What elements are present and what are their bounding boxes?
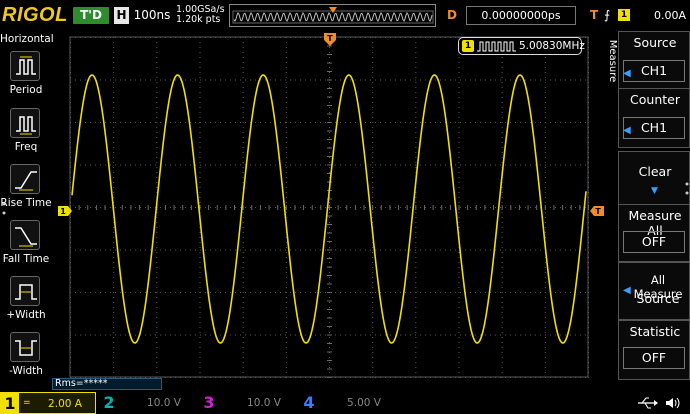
trigger-position-marker[interactable]: T xyxy=(324,33,336,46)
scroll-indicator-icon xyxy=(2,202,6,215)
memory-overview-waveform xyxy=(232,7,434,24)
clear-softkey[interactable]: Clear ▼ xyxy=(618,151,690,209)
period-icon xyxy=(10,51,40,81)
memory-overview xyxy=(229,4,436,27)
submenu-arrow-icon: ▼ xyxy=(651,186,658,196)
ch2-number: 2 xyxy=(103,393,115,412)
ch4-scale: 5.00 V xyxy=(347,397,381,409)
scroll-indicator-icon xyxy=(685,182,689,195)
trigger-position-pointer xyxy=(329,7,337,13)
clear-title: Clear xyxy=(638,164,672,179)
period-label: Period xyxy=(9,84,43,96)
measure-all-value: OFF xyxy=(623,231,685,253)
counter-value: CH1 xyxy=(623,117,685,139)
positive-width-label: +Width xyxy=(6,309,46,321)
source-softkey[interactable]: Source ◀ CH1 xyxy=(618,31,690,91)
timebase-value[interactable]: 100ns xyxy=(132,6,172,25)
graticule: T 1 T xyxy=(58,33,604,378)
acquisition-info: 1.00GSa/s 1.20k pts xyxy=(176,5,226,25)
negative-width-icon xyxy=(10,332,40,362)
counter-title: Counter xyxy=(630,92,680,107)
ch3-scale: 10.0 V xyxy=(247,397,281,409)
rise-time-label: Rise Time xyxy=(0,197,52,209)
fall-time-icon xyxy=(10,220,40,250)
ch4-status[interactable]: 4 5.00 V xyxy=(300,392,396,414)
frequency-value: 5.00830MHz xyxy=(519,40,585,52)
trigger-badge: T xyxy=(590,8,599,22)
trigger-level-marker[interactable]: T xyxy=(590,206,604,216)
ch3-status[interactable]: 3 10.0 V xyxy=(200,392,296,414)
delay-value[interactable]: 0.00000000ps xyxy=(466,6,576,25)
memory-depth: 1.20k pts xyxy=(176,14,221,25)
delay-badge: D xyxy=(447,8,457,22)
waveform-display[interactable]: T 1 T xyxy=(52,31,606,379)
ch2-scale: 10.0 V xyxy=(147,397,181,409)
all-measure-source-softkey[interactable]: ◀ All Measure Source xyxy=(618,262,690,320)
trigger-level-value[interactable]: 0.00A xyxy=(636,6,686,25)
counter-softkey[interactable]: Counter ◀ CH1 xyxy=(618,88,690,148)
statistic-value: OFF xyxy=(623,347,685,369)
measure-positive-width-button[interactable]: +Width xyxy=(0,274,52,330)
channel-status-bar: 1 = 2.00 A 2 10.0 V 3 10.0 V 4 5.00 V xyxy=(0,392,690,414)
counter-channel-badge: 1 xyxy=(462,40,474,52)
speaker-icon xyxy=(666,397,680,409)
rms-measurement: Rms=***** xyxy=(52,378,162,390)
measure-period-button[interactable]: Period xyxy=(0,49,52,105)
measure-negative-width-button[interactable]: -Width xyxy=(0,330,52,386)
fall-time-label: Fall Time xyxy=(2,253,50,265)
horizontal-badge: H xyxy=(114,7,129,24)
measure-menu-tab-label: Measure xyxy=(607,39,618,83)
measure-rise-time-button[interactable]: Rise Time xyxy=(0,162,52,218)
trigger-level-label: T xyxy=(595,207,601,216)
negative-width-label: -Width xyxy=(9,365,43,377)
all-measure-value: Source xyxy=(636,291,680,306)
source-value: CH1 xyxy=(623,60,685,82)
ch2-status[interactable]: 2 10.0 V xyxy=(100,392,196,414)
top-status-bar: RIGOL T'D H 100ns 1.00GSa/s 1.20k pts D … xyxy=(0,0,690,31)
trigger-position-label: T xyxy=(327,34,333,43)
ch1-offset-label: 1 xyxy=(60,207,66,216)
freq-label: Freq xyxy=(14,141,38,153)
square-wave-icon xyxy=(477,41,516,52)
source-title: Source xyxy=(633,35,677,50)
trigger-source-badge: 1 xyxy=(618,9,630,21)
ch1-coupling: = xyxy=(23,398,31,408)
left-measure-menu: Horizontal Period Freq Rise Time Fall Ti… xyxy=(0,31,54,392)
usb-icon xyxy=(638,397,658,409)
frequency-counter-readout[interactable]: 1 5.00830MHz xyxy=(458,37,585,55)
ch1-status[interactable]: 1 = 2.00 A xyxy=(0,392,96,414)
run-state-badge[interactable]: T'D xyxy=(73,7,109,24)
statistic-softkey[interactable]: Statistic OFF xyxy=(618,320,690,380)
positive-width-icon xyxy=(10,276,40,306)
status-icons xyxy=(638,397,680,409)
rigol-logo: RIGOL xyxy=(2,4,68,26)
statistic-title: Statistic xyxy=(629,324,681,339)
rising-edge-icon: ⨍ xyxy=(604,8,611,22)
ch4-number: 4 xyxy=(303,393,315,412)
right-measure-menu: Measure Source ◀ CH1 Counter ◀ CH1 Clear… xyxy=(606,31,690,392)
ch3-number: 3 xyxy=(203,393,215,412)
freq-icon xyxy=(10,108,40,138)
measure-all-softkey[interactable]: Measure All OFF xyxy=(618,204,690,262)
measure-menu-tab: Measure xyxy=(606,31,618,93)
measure-fall-time-button[interactable]: Fall Time xyxy=(0,218,52,274)
ch1-number: 1 xyxy=(1,393,19,414)
ch1-scale: 2.00 A xyxy=(48,398,82,410)
measure-freq-button[interactable]: Freq xyxy=(0,106,52,162)
rise-time-icon xyxy=(10,164,40,194)
left-menu-title: Horizontal xyxy=(0,33,54,45)
